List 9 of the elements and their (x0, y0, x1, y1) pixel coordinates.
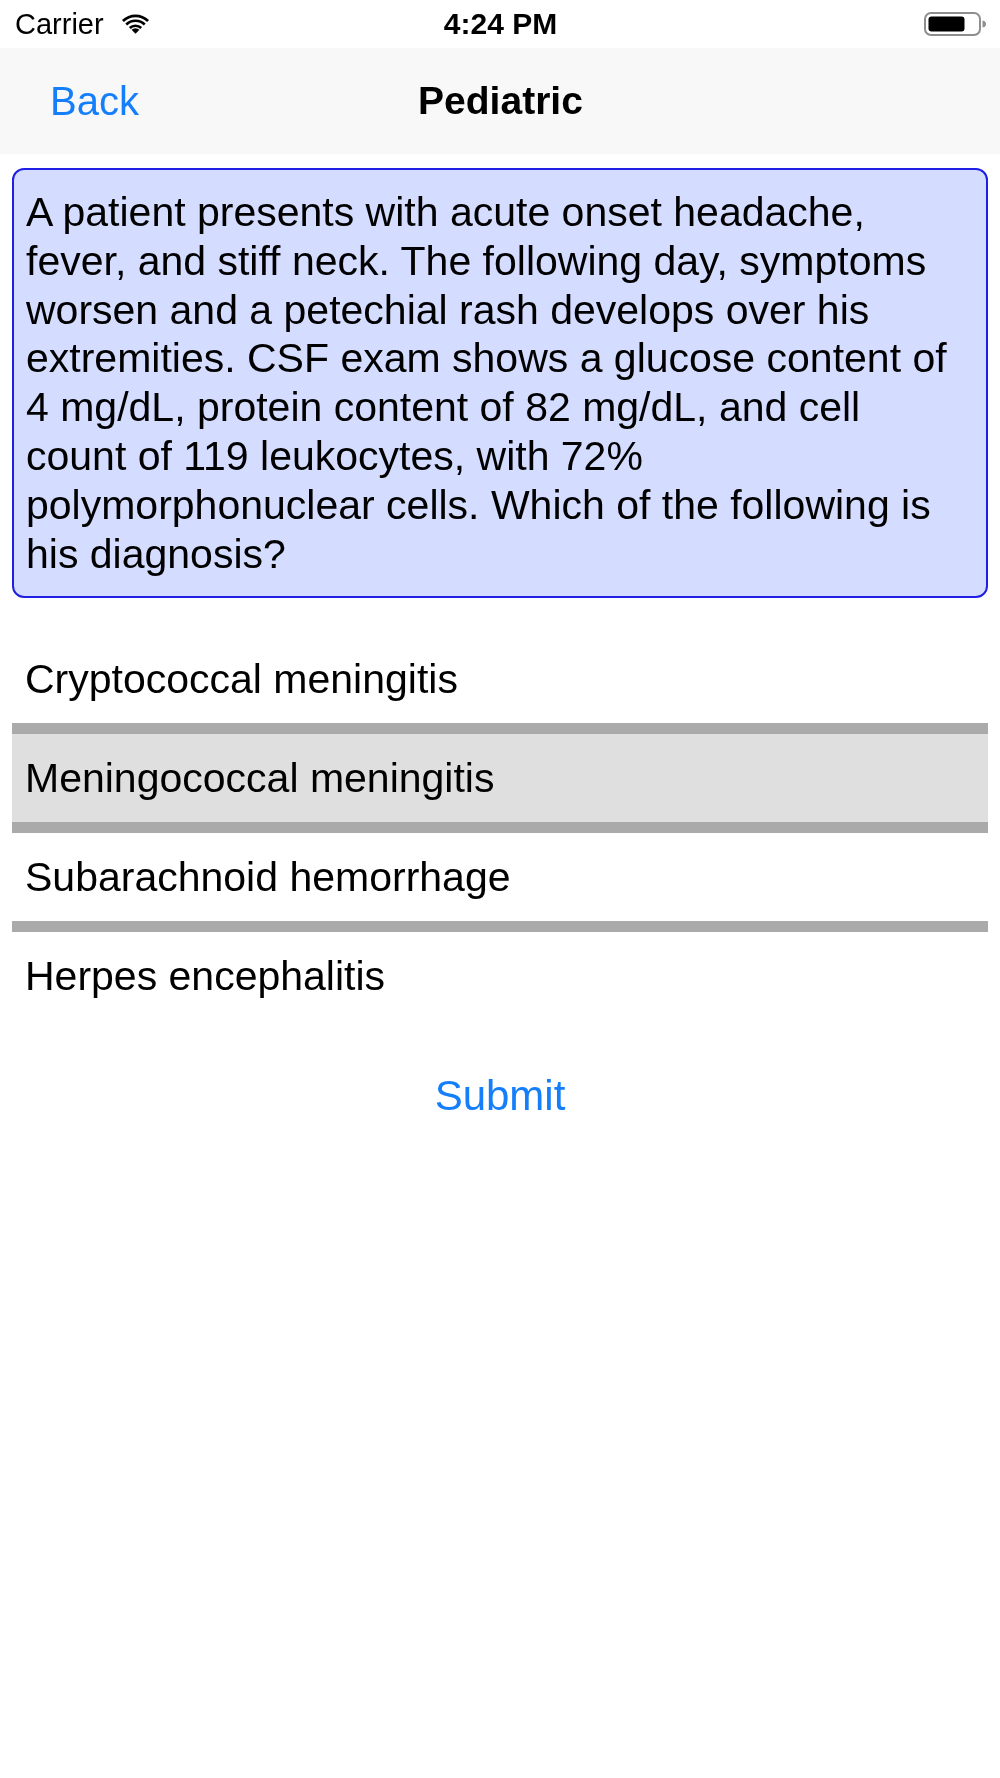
status-time: 4:24 PM (443, 7, 558, 41)
page-title: Pediatric (418, 78, 583, 124)
back-link[interactable]: Back (50, 77, 139, 125)
carrier-label: Carrier (15, 7, 104, 41)
wifi-icon (121, 14, 149, 34)
answer-option[interactable]: Meningococcal meningitis (12, 734, 988, 823)
question-card: A patient presents with acute onset headache, fever, and stiff neck. The following day, symptoms worsen and a petechial rash develops over his extremities. CSF exam shows a glucose content of 4 mg/dL, protein content of 82 mg/dL, and cell count of 119 leukocytes, with 72% polymorphonuclear cells. Which of the following is his diagnosis? (12, 168, 988, 599)
battery-icon (924, 12, 986, 36)
submit-button[interactable]: Submit (426, 1066, 574, 1127)
